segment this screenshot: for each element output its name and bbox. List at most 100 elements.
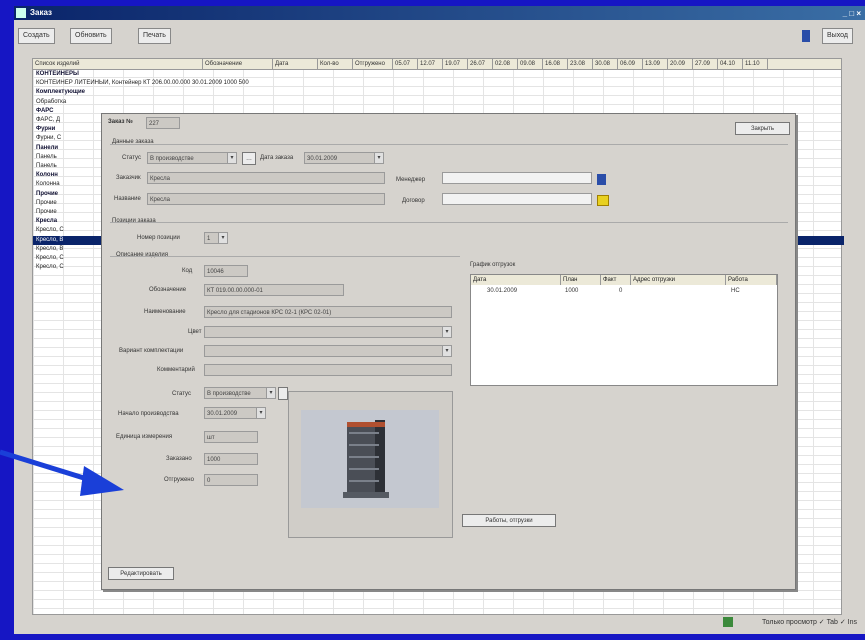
close-button[interactable]: Закрыть bbox=[735, 122, 790, 135]
shipping-works-button[interactable]: Работы, отгрузки bbox=[462, 514, 556, 527]
grid-header: Список изделий Обозначение Дата Кол-во Отгру… bbox=[33, 59, 841, 70]
window-controls[interactable]: _ □ × bbox=[843, 7, 861, 21]
name-label: Название bbox=[114, 196, 141, 202]
exit-button[interactable]: Выход bbox=[822, 28, 853, 44]
refresh-button[interactable]: Обновить bbox=[70, 28, 112, 44]
order-date-field[interactable]: 30.01.2009 ▾ bbox=[304, 152, 384, 164]
schedule-header-address: Адрес отгрузки bbox=[631, 275, 726, 285]
order-number-field[interactable]: 227 bbox=[146, 117, 180, 129]
calendar-icon: ▾ bbox=[256, 408, 265, 418]
grid-column-header[interactable]: Кол-во bbox=[318, 59, 353, 69]
code-label: Код bbox=[182, 268, 193, 274]
title-bar: Заказ _ □ × bbox=[14, 6, 865, 20]
print-button-label: Печать bbox=[143, 32, 166, 39]
grid-column-header[interactable]: 16.08 bbox=[543, 59, 568, 69]
order-date-value: 30.01.2009 bbox=[307, 156, 338, 162]
schedule-cell-plan: 1000 bbox=[565, 288, 579, 294]
grid-column-header[interactable]: 06.09 bbox=[618, 59, 643, 69]
color-label: Цвет bbox=[188, 329, 202, 335]
schedule-title: График отгрузок bbox=[470, 262, 516, 268]
grid-column-header[interactable]: 04.10 bbox=[718, 59, 743, 69]
customer-field[interactable]: Кресла bbox=[147, 172, 385, 184]
create-button[interactable]: Создать bbox=[18, 28, 55, 44]
contract-label: Договор bbox=[402, 198, 425, 204]
unit-field[interactable]: шт bbox=[204, 431, 258, 443]
schedule-header-work: Работа bbox=[726, 275, 777, 285]
shipped-field[interactable]: 0 bbox=[204, 474, 258, 486]
grid-column-header[interactable]: 26.07 bbox=[468, 59, 493, 69]
schedule-cell-date: 30.01.2009 bbox=[487, 288, 518, 294]
position-label: Номер позиции bbox=[137, 235, 180, 241]
status-label: Статус bbox=[122, 155, 141, 161]
manager-picker-icon[interactable] bbox=[597, 174, 606, 185]
manager-label: Менеджер bbox=[396, 177, 426, 183]
grid-column-header[interactable]: 05.07 bbox=[393, 59, 418, 69]
grid-column-header[interactable]: 11.10 bbox=[743, 59, 768, 69]
start-date-field[interactable]: 30.01.2009 ▾ bbox=[204, 407, 266, 419]
table-row[interactable]: Обработка bbox=[33, 98, 516, 107]
status-value: В производстве bbox=[150, 156, 194, 162]
shipping-schedule-table[interactable]: Дата План Факт Адрес отгрузки Работа 30.… bbox=[470, 274, 778, 386]
grid-column-header[interactable]: 20.09 bbox=[668, 59, 693, 69]
position-value: 1 bbox=[207, 236, 211, 242]
grid-column-header[interactable]: Обозначение bbox=[203, 59, 273, 69]
comment-label: Комментарий bbox=[157, 367, 195, 373]
contract-field[interactable] bbox=[442, 193, 592, 205]
name-field[interactable]: Кресла bbox=[147, 193, 385, 205]
grid-column-header[interactable]: 19.07 bbox=[443, 59, 468, 69]
start-label: Начало производства bbox=[118, 411, 179, 417]
spin-icon: ▾ bbox=[218, 233, 227, 243]
create-button-label: Создать bbox=[23, 32, 50, 39]
section-divider bbox=[110, 256, 460, 257]
comment-field[interactable] bbox=[204, 364, 452, 376]
grid-column-header[interactable]: Отгружено bbox=[353, 59, 393, 69]
status-icon bbox=[723, 617, 733, 627]
item-state-value: В производстве bbox=[207, 391, 251, 397]
qty-label: Заказано bbox=[166, 456, 192, 462]
state-extra-button[interactable] bbox=[278, 387, 288, 400]
grid-column-header[interactable]: 12.07 bbox=[418, 59, 443, 69]
order-date-label: Дата заказа bbox=[260, 155, 294, 161]
status-bar: Только просмотр ✓ Tab ✓ Ins bbox=[14, 612, 865, 634]
grid-column-header[interactable]: 13.09 bbox=[643, 59, 668, 69]
status-history-button[interactable]: … bbox=[242, 152, 256, 165]
table-row[interactable]: КОНТЕЙНЕР ЛИТЕЙНЫЙ, Контейнер КТ 206.00.… bbox=[33, 79, 516, 88]
chevron-down-icon: ▾ bbox=[442, 327, 451, 337]
status-select[interactable]: В производстве ▾ bbox=[147, 152, 237, 164]
product-render bbox=[301, 410, 439, 508]
chevron-down-icon: ▾ bbox=[227, 153, 236, 163]
grid-column-header[interactable]: 02.08 bbox=[493, 59, 518, 69]
designation-field[interactable]: КТ 019.00.00.000-01 bbox=[204, 284, 344, 296]
grid-column-header[interactable]: 23.08 bbox=[568, 59, 593, 69]
grid-column-header[interactable]: Дата bbox=[273, 59, 318, 69]
config-select[interactable]: ▾ bbox=[204, 345, 452, 357]
folder-icon[interactable] bbox=[597, 195, 609, 206]
position-field[interactable]: 1 ▾ bbox=[204, 232, 228, 244]
grid-group-row[interactable]: Комплектующие bbox=[33, 88, 516, 97]
edit-button[interactable]: Редактировать bbox=[108, 567, 174, 580]
grid-column-header[interactable]: 09.08 bbox=[518, 59, 543, 69]
item-state-label: Статус bbox=[172, 391, 191, 397]
item-name-field[interactable]: Кресло для стадионов КРС 02-1 (КРС 02-01… bbox=[204, 306, 452, 318]
refresh-button-label: Обновить bbox=[75, 32, 107, 39]
section-divider bbox=[110, 144, 788, 145]
grid-column-header[interactable]: 27.09 bbox=[693, 59, 718, 69]
print-button[interactable]: Печать bbox=[138, 28, 171, 44]
code-field[interactable]: 10046 bbox=[204, 265, 248, 277]
grid-group-row[interactable]: КОНТЕЙНЕРЫ bbox=[33, 70, 516, 79]
grid-column-header[interactable]: 30.08 bbox=[593, 59, 618, 69]
unit-label: Единица измерения bbox=[116, 434, 173, 440]
qty-field[interactable]: 1000 bbox=[204, 453, 258, 465]
color-select[interactable]: ▾ bbox=[204, 326, 452, 338]
grid-column-header[interactable]: Список изделий bbox=[33, 59, 203, 69]
chevron-down-icon: ▾ bbox=[442, 346, 451, 356]
schedule-header-date: Дата bbox=[471, 275, 561, 285]
chair-stack-icon bbox=[343, 420, 389, 498]
item-state-select[interactable]: В производстве ▾ bbox=[204, 387, 276, 399]
manager-field[interactable] bbox=[442, 172, 592, 184]
schedule-header-plan: План bbox=[561, 275, 601, 285]
info-icon[interactable] bbox=[802, 30, 810, 42]
toolbar: Создать Обновить Печать Выход bbox=[14, 22, 865, 48]
shipped-label: Отгружено bbox=[164, 477, 194, 483]
order-dialog: Заказ № 227 Закрыть Данные заказа Статус… bbox=[101, 113, 796, 590]
